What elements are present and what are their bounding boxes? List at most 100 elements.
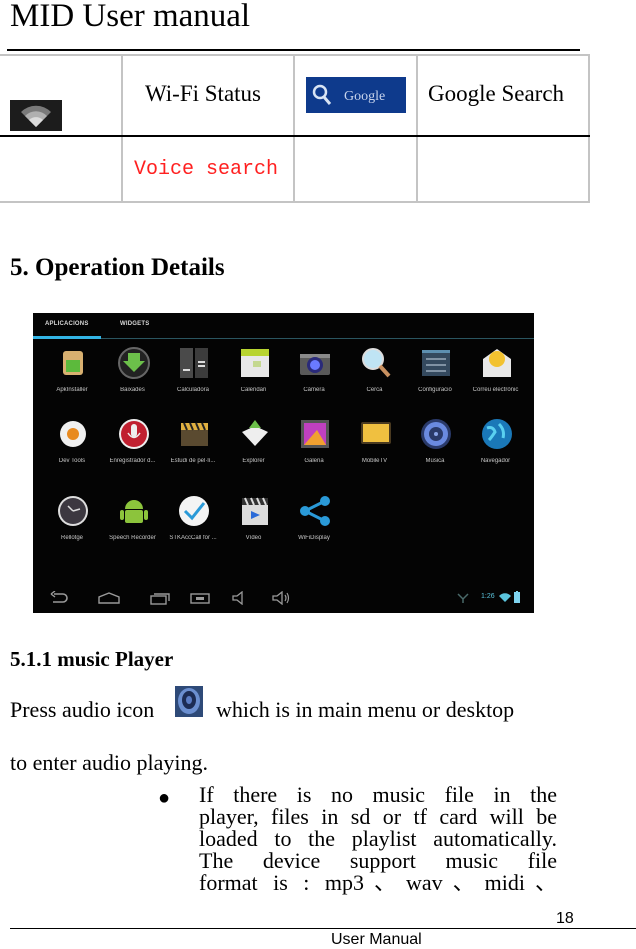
screenshot-icon[interactable] [189,591,211,608]
mobile-tv-icon [358,416,394,452]
app-calendari[interactable]: Calendari [223,345,285,415]
footer-divider [10,928,636,929]
volume-up-icon[interactable] [271,590,291,608]
app-label: Galeria [304,458,324,464]
app-wifidisplay[interactable]: WiFiDisplay [283,493,345,563]
table-divider [416,54,418,203]
app-cerca[interactable]: Cerca [344,345,406,415]
dev-tools-icon [55,416,91,452]
table-cell-label: Wi-Fi Status [145,81,261,106]
battery-icon [514,591,520,606]
browser-icon [479,416,515,452]
section-title: 5. Operation Details [10,254,225,281]
bullet-line: loaded to the playlist automatically. [199,826,557,851]
system-nav-bar: 1:26 [33,583,534,613]
table-divider [0,54,590,56]
icon-description-table: Wi-Fi Status Google Search Voice search [0,54,590,203]
movie-studio-icon [176,416,212,452]
video-icon [237,493,273,529]
table-cell-label: Google Search [428,81,565,106]
apk-installer-icon [55,345,91,381]
table-divider [588,54,590,203]
table-divider [0,135,590,137]
bullet-line: If there is no music file in the [199,782,557,807]
app-navegador[interactable]: Navegador [465,416,527,486]
checkmark-icon [176,493,212,529]
app-correu-electr-nic[interactable]: Correu electrònic [465,345,527,415]
wifi-status-icon [10,100,62,131]
app-label: Speech Recorder [109,535,156,541]
table-cell-label: Voice search [134,158,279,181]
music-app-icon [175,686,203,717]
paragraph-text: which is in main menu or desktop [216,697,515,722]
footer-text: User Manual [331,931,422,948]
app-m-sica[interactable]: Música [404,416,466,486]
share-icon [297,493,333,529]
app-label: Calendari [240,387,267,393]
calculator-icon [176,345,212,381]
app-baixades[interactable]: Baixades [102,345,164,415]
usb-debug-icon [457,592,469,606]
app-dev-tools[interactable]: Dev Tools [41,416,103,486]
app-label: MobileTV [361,458,388,464]
recent-apps-icon[interactable] [149,591,171,608]
tab-widgets[interactable]: WIDGETS [120,321,149,327]
app-drawer-tab-bar: APLICACIONS WIDGETS [33,313,534,341]
home-icon[interactable] [97,591,121,608]
app-label: Correu electrònic [472,387,519,393]
settings-icon [418,345,454,381]
gallery-icon [297,416,333,452]
app-label: Música [425,458,445,464]
app-label: Baixades [120,387,145,393]
tab-divider [33,338,534,339]
camera-icon [297,345,333,381]
app-drawer-screenshot: APLICACIONS WIDGETS ApkInstaller Baixades… [33,313,534,613]
app-stkacccall-for[interactable]: STKAccCall for ... [162,493,224,563]
wifi-signal-icon [499,592,511,606]
app-mobiletv[interactable]: MobileTV [344,416,406,486]
tab-apps[interactable]: APLICACIONS [45,321,89,327]
app-enregistrador-d[interactable]: Enregistrador d... [102,416,164,486]
app-label: ApkInstaller [56,387,88,393]
app-c-mera[interactable]: Càmera [283,345,345,415]
status-clock: 1:26 [481,593,495,600]
active-tab-indicator [33,336,101,339]
table-divider [293,54,295,203]
app-label: Càmera [303,387,325,393]
app-label: Vídeo [245,535,262,541]
app-apkinstaller[interactable]: ApkInstaller [41,345,103,415]
app-label: Cerca [366,387,383,393]
volume-down-icon[interactable] [231,590,249,608]
app-label: Estudi de pel·lí... [170,458,216,464]
file-explorer-icon [237,416,273,452]
app-estudi-de-pel-l[interactable]: Estudi de pel·lí... [162,416,224,486]
app-explorer[interactable]: Explorer [223,416,285,486]
app-label: Rellotge [60,535,83,541]
app-rellotge[interactable]: Rellotge [41,493,103,563]
app-galeria[interactable]: Galeria [283,416,345,486]
page-number: 18 [556,910,574,927]
bullet-line: The device support music file [199,848,557,873]
app-label: Navegador [480,458,511,464]
search-icon [358,345,394,381]
app-label: WiFiDisplay [298,535,330,541]
bullet-line: format is : mp3、wav、midi、 [199,870,557,895]
app-speech-recorder[interactable]: Speech Recorder [102,493,164,563]
back-icon[interactable] [49,590,69,608]
music-icon [418,416,454,452]
app-label: Enregistrador d... [109,458,156,464]
clock-icon [55,493,91,529]
android-icon [116,493,152,529]
app-configuraci[interactable]: Configuració [404,345,466,415]
app-calculadora[interactable]: Calculadora [162,345,224,415]
app-label: Explorer [242,458,265,464]
google-logo-text: Google [344,89,385,104]
bullet-line: player, files in sd or tf card will be [199,804,557,829]
app-label: Configuració [418,387,452,393]
document-title: MID User manual [10,0,251,34]
bullet-list-item: If there is no music file in the player,… [199,784,557,894]
title-divider [7,49,580,51]
app-v-deo[interactable]: Vídeo [223,493,285,563]
subsection-title: 5.1.1 music Player [10,647,174,671]
download-icon [116,345,152,381]
